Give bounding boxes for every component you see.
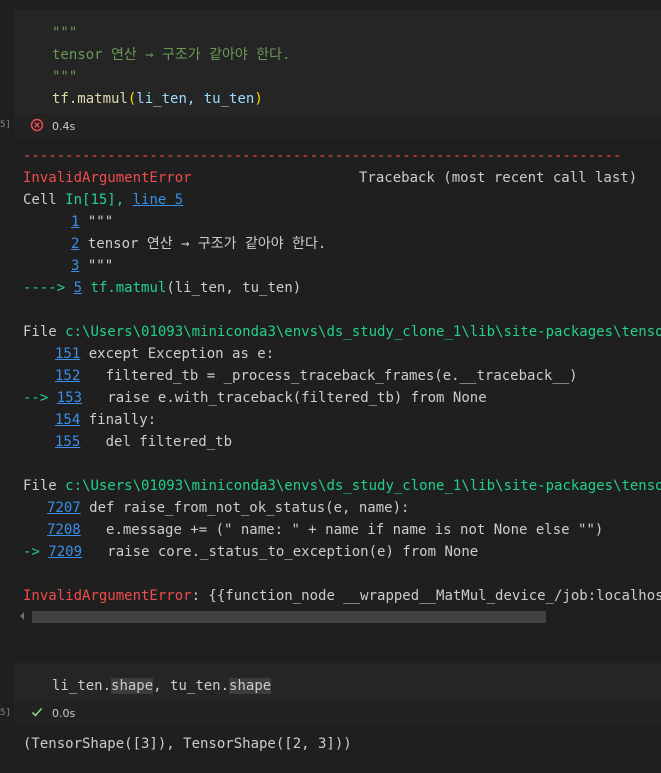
file-1-header: File c:\Users\01093\miniconda3\envs\ds_s… [23, 321, 661, 343]
traceback-dashes: ----------------------------------------… [23, 148, 623, 164]
final-error-message: : {{function_node __wrapped__MatMul_devi… [191, 588, 661, 604]
code-fn: tf.matmul [52, 91, 128, 107]
code-line-shape: li_ten.shape, tu_ten.shape [52, 675, 272, 697]
file-2-line-7207: 7207 def raise_from_not_ok_status(e, nam… [47, 497, 409, 519]
line-number-link[interactable]: 153 [57, 390, 82, 406]
traceback-label: Traceback (most recent call last) [359, 170, 638, 186]
file-1-line-155: 155 del filtered_tb [55, 431, 232, 453]
line-number-link[interactable]: 155 [55, 434, 80, 450]
line-text: raise core._status_to_exception(e) from … [90, 544, 479, 560]
cell-1-status: 0.4s [30, 118, 75, 135]
tb-cell-line-1: 1 """ [71, 211, 113, 233]
line-text: raise e.with_traceback(filtered_tb) from… [90, 390, 487, 406]
line-text: tensor 연산 → 구조가 같아야 한다. [87, 236, 327, 252]
code-b-attr: shape [229, 678, 272, 694]
cell-reference: Cell In[15], line 5 [23, 189, 183, 211]
cell-2-output: (TensorShape([3]), TensorShape([2, 3])) [23, 736, 352, 752]
line-number-link[interactable]: 154 [55, 412, 80, 428]
cell-2-status: 0.0s [30, 705, 75, 722]
cell-2-status-bar [14, 701, 661, 725]
cell-line-link[interactable]: line 5 [133, 192, 184, 208]
line-text: except Exception as e: [88, 346, 275, 362]
file-1-line-154: 154 finally: [55, 409, 156, 431]
execution-count-label: 5] [0, 120, 11, 130]
code-line-matmul: tf.matmul(li_ten, tu_ten) [52, 88, 263, 110]
cell-1-status-bar [14, 114, 661, 138]
code-line-docstring-text: tensor 연산 → 구조가 같아야 한다. [52, 47, 291, 63]
tb-cell-line-arrow: ----> 5 tf.matmul(li_ten, tu_ten) [23, 277, 301, 299]
final-error: InvalidArgumentError: {{function_node __… [23, 585, 661, 607]
file-2-header: File c:\Users\01093\miniconda3\envs\ds_s… [23, 475, 661, 497]
code-line-docstring-close: """ [52, 69, 78, 85]
execution-time: 0.0s [52, 707, 76, 720]
file-path[interactable]: c:\Users\01093\miniconda3\envs\ds_study_… [65, 478, 661, 494]
code-sep: , tu_ten. [153, 678, 230, 694]
line-text: del filtered_tb [88, 434, 233, 450]
arrow-rest: (li_ten, tu_ten) [166, 280, 302, 296]
line-text: finally: [88, 412, 157, 428]
line-number-link[interactable]: 1 [71, 214, 79, 230]
line-number-link[interactable]: 5 [74, 280, 82, 296]
line-number-link[interactable]: 7207 [47, 500, 81, 516]
code-args: li_ten, tu_ten [136, 91, 255, 107]
line-number-link[interactable]: 2 [71, 236, 79, 252]
file-word: File [23, 478, 57, 494]
line-number-link[interactable]: 7209 [48, 544, 82, 560]
line-text: e.message += (" name: " + name if name i… [89, 522, 604, 538]
tb-cell-line-2: 2 tensor 연산 → 구조가 같아야 한다. [71, 233, 326, 255]
file-word: File [23, 324, 57, 340]
arrow-marker: ----> [23, 280, 66, 296]
line-text: """ [87, 214, 114, 230]
arrow-marker: -> [23, 544, 40, 560]
line-text: filtered_tb = _process_traceback_frames(… [88, 368, 578, 384]
line-number-link[interactable]: 151 [55, 346, 80, 362]
final-error-name: InvalidArgumentError [23, 588, 192, 604]
execution-time: 0.4s [52, 120, 76, 133]
code-line-docstring-open: """ [52, 25, 78, 41]
file-1-line-152: 152 filtered_tb = _process_traceback_fra… [55, 365, 578, 387]
code-paren-close: ) [254, 91, 263, 107]
scroll-left-arrow[interactable] [20, 612, 24, 620]
file-2-line-7209: -> 7209 raise core._status_to_exception(… [23, 541, 478, 563]
traceback-header: InvalidArgumentError [23, 167, 192, 189]
file-1-line-153: --> 153 raise e.with_traceback(filtered_… [23, 387, 487, 409]
line-text: def raise_from_not_ok_status(e, name): [89, 500, 410, 516]
arrow-marker: --> [23, 390, 49, 406]
cell-in: In[15], [65, 192, 133, 208]
check-icon [30, 705, 44, 722]
file-2-line-7208: 7208 e.message += (" name: " + name if n… [47, 519, 603, 541]
tb-cell-line-3: 3 """ [71, 255, 113, 277]
horizontal-scrollbar-thumb[interactable] [32, 611, 546, 623]
code-a-attr: shape [111, 678, 154, 694]
execution-count-label: 5] [0, 708, 11, 718]
line-number-link[interactable]: 152 [55, 368, 80, 384]
line-number-link[interactable]: 3 [71, 258, 79, 274]
file-path[interactable]: c:\Users\01093\miniconda3\envs\ds_study_… [65, 324, 661, 340]
line-text: """ [87, 258, 114, 274]
code-a: li_ten. [52, 678, 112, 694]
file-1-line-151: 151 except Exception as e: [55, 343, 274, 365]
error-circle-icon [30, 118, 44, 135]
arrow-fn: tf.matmul [90, 280, 167, 296]
error-name: InvalidArgumentError [23, 170, 192, 186]
line-number-link[interactable]: 7208 [47, 522, 81, 538]
cell-word: Cell [23, 192, 57, 208]
